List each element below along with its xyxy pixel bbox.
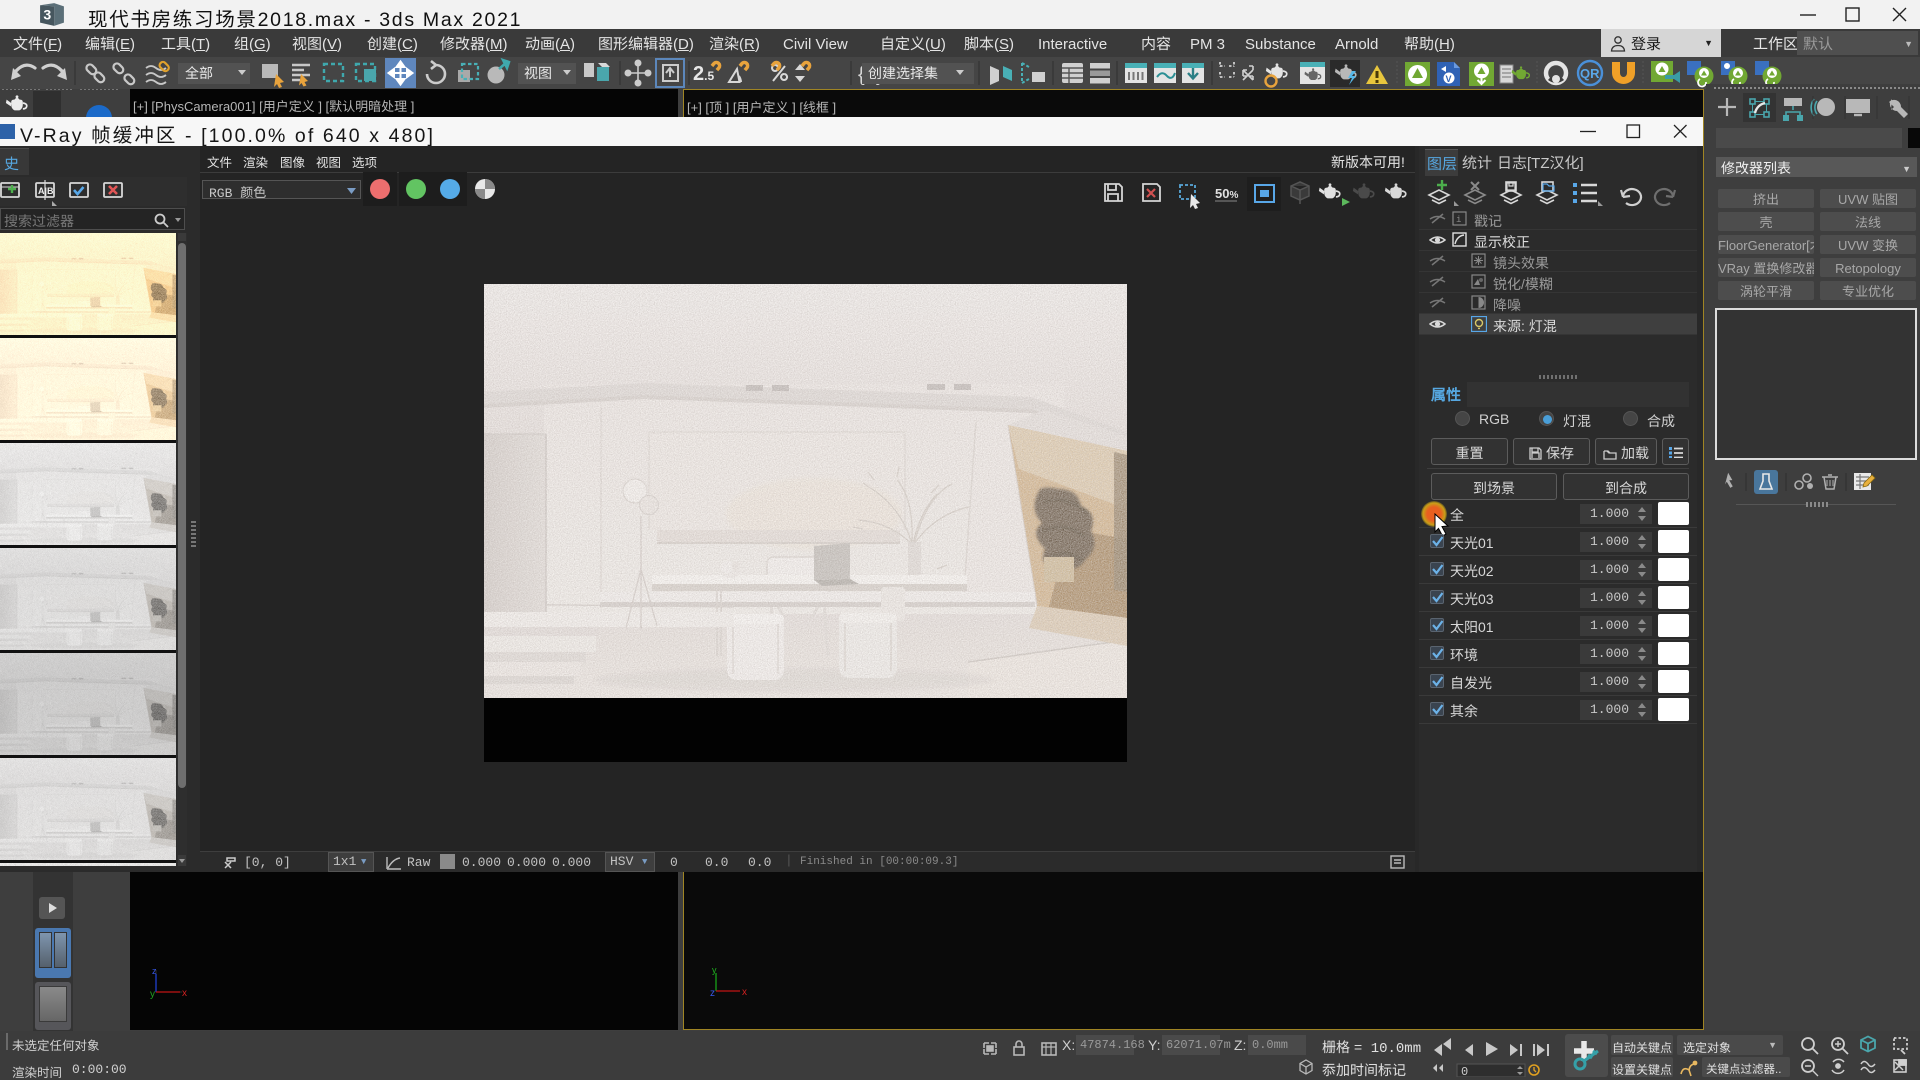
svg-text:50%: 50% — [1215, 186, 1238, 201]
svg-text:3: 3 — [43, 6, 51, 22]
svg-text:V: V — [1446, 74, 1452, 84]
svg-text:z: z — [152, 966, 157, 977]
svg-text:y: y — [712, 965, 717, 976]
svg-text:全部: 全部 — [185, 63, 213, 83]
svg-text:z: z — [710, 984, 715, 999]
svg-text:2.5: 2.5 — [693, 63, 714, 85]
svg-text:x: x — [742, 983, 747, 998]
svg-text:0: 0 — [1461, 1065, 1468, 1077]
svg-text:QR: QR — [1580, 66, 1600, 81]
svg-text:i: i — [1456, 215, 1461, 225]
svg-text:创建选择集: 创建选择集 — [868, 63, 938, 83]
svg-text:y: y — [150, 985, 155, 1000]
svg-text:x: x — [182, 984, 187, 999]
svg-text:A|B: A|B — [38, 186, 54, 196]
svg-text:视图: 视图 — [524, 63, 552, 83]
